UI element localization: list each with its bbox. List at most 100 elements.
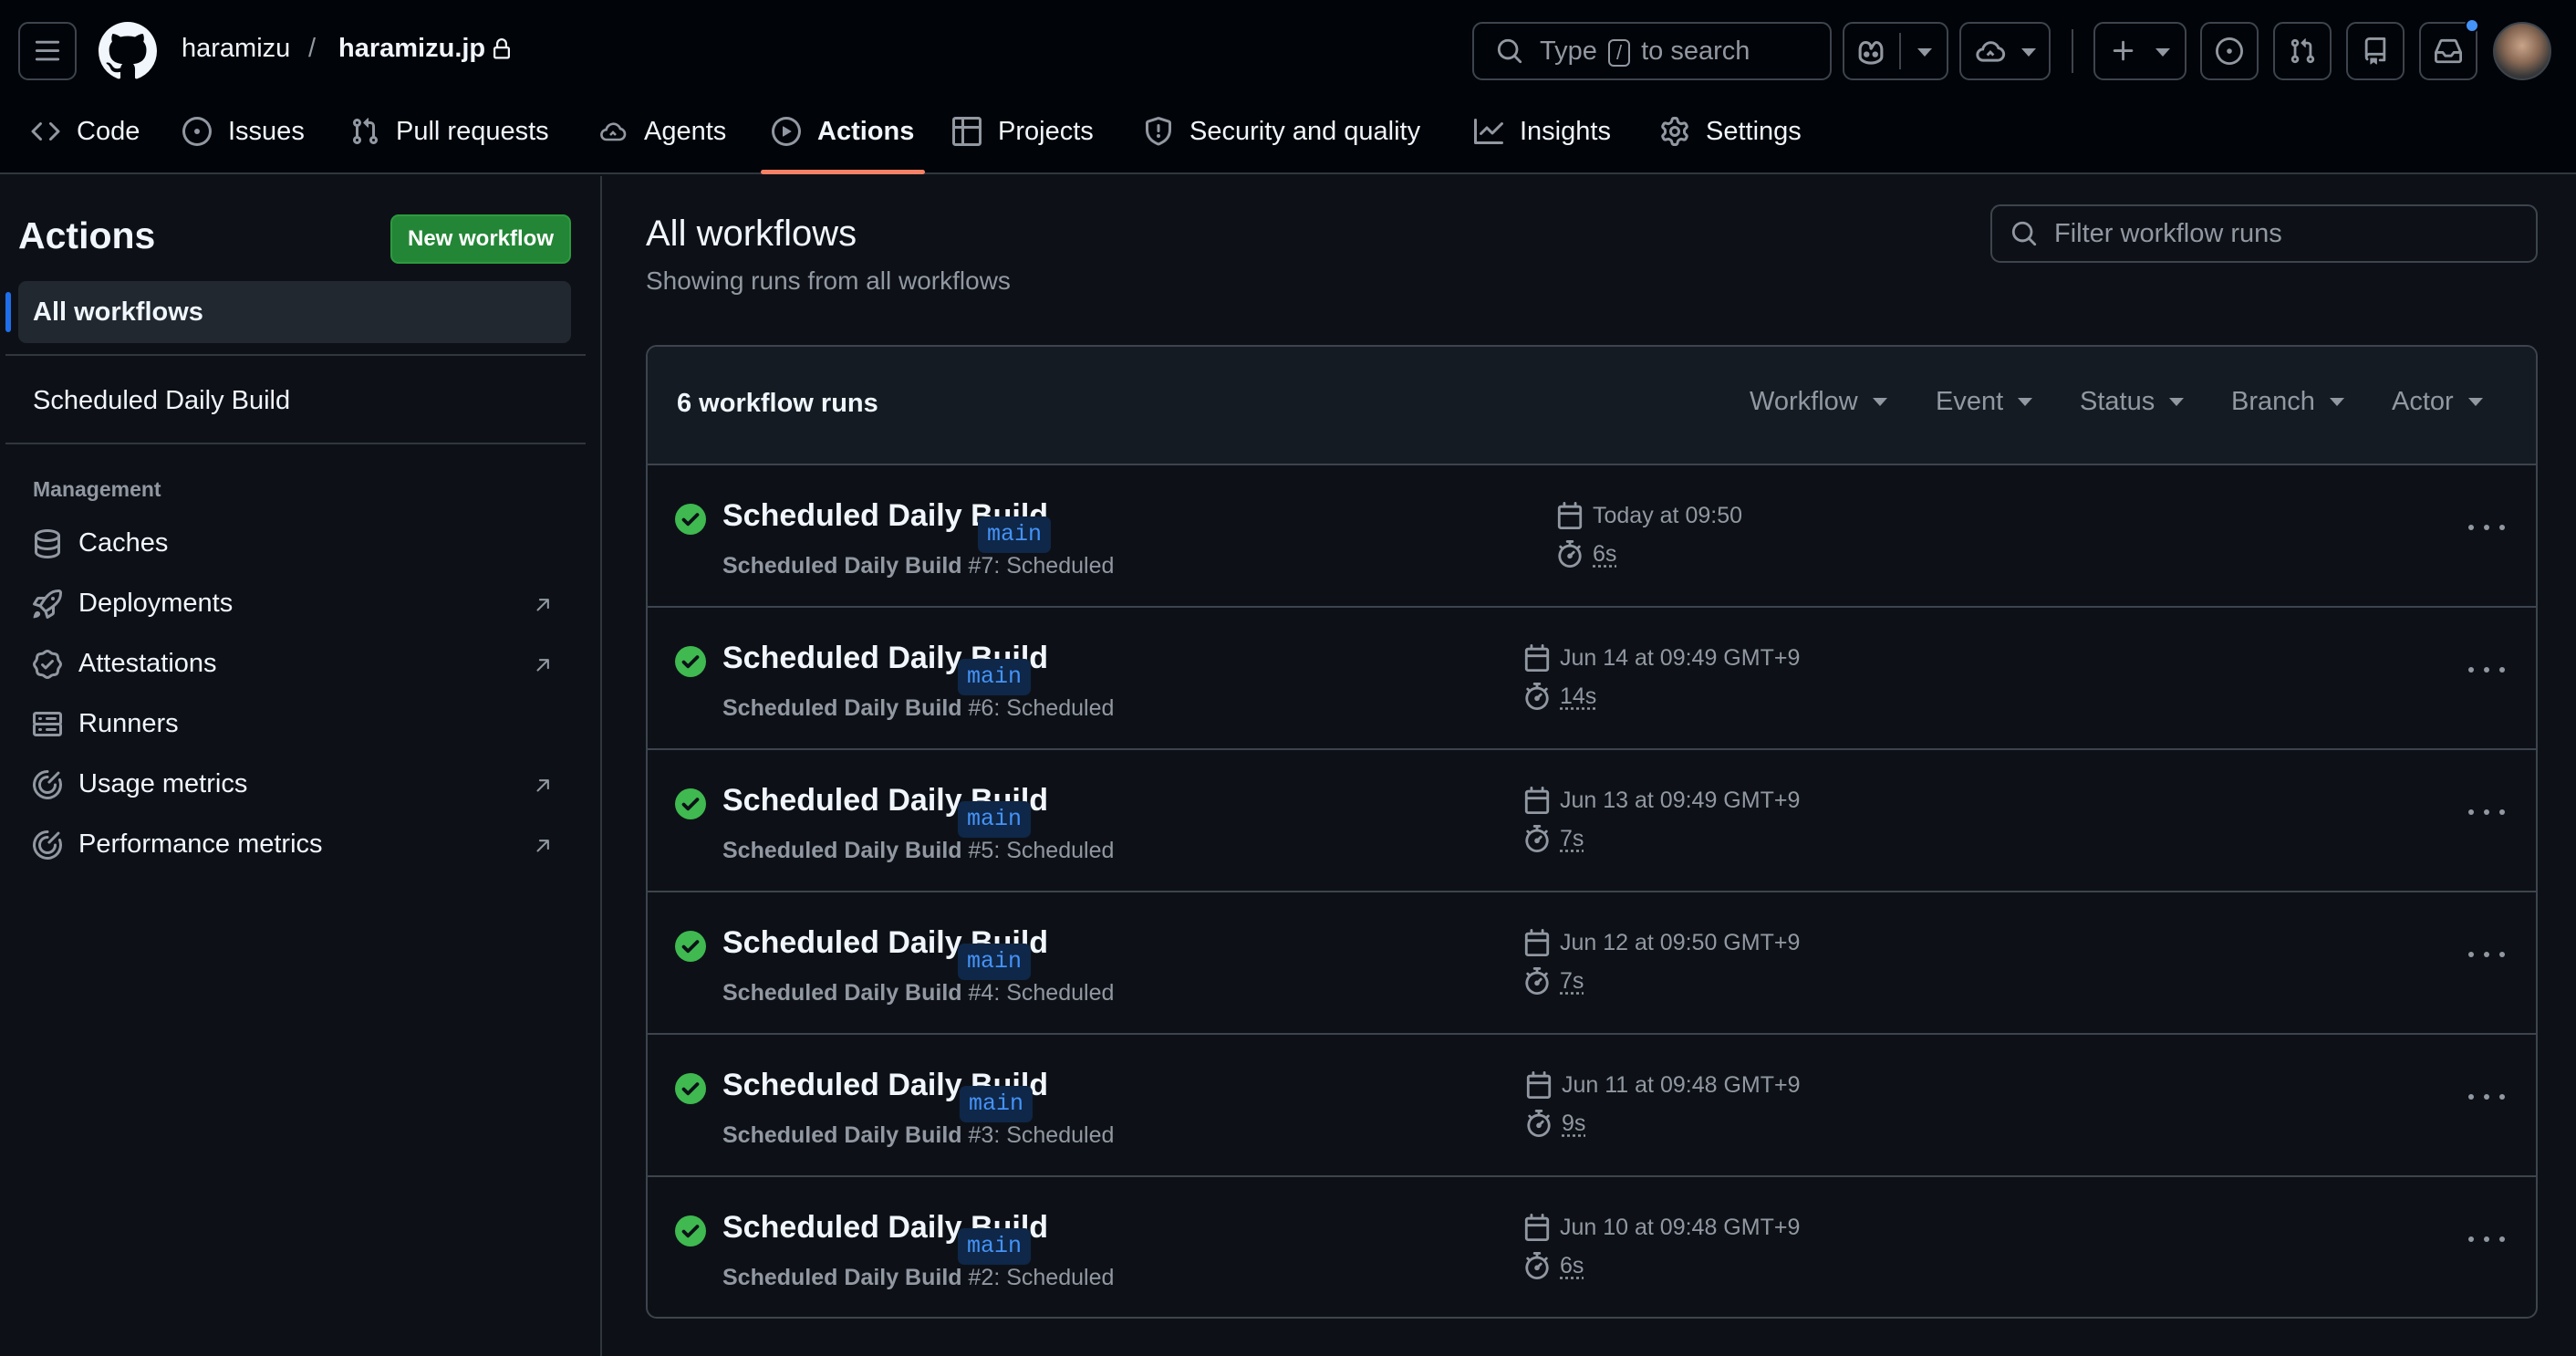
filter-runs-input[interactable]: Filter workflow runs <box>1990 204 2538 263</box>
sidebar-item-deployments[interactable]: Deployments <box>33 589 233 619</box>
avatar[interactable] <box>2493 22 2551 80</box>
management-heading: Management <box>33 477 161 501</box>
workflow-filter-dropdown[interactable]: Workflow <box>1750 387 1887 417</box>
status-filter-dropdown[interactable]: Status <box>2080 387 2185 417</box>
attestations-label: Attestations <box>78 649 217 678</box>
run-actions-kebab-icon[interactable] <box>2468 518 2505 537</box>
run-description: Scheduled Daily Build #2: Scheduled <box>722 1265 1115 1290</box>
actor-filter-dropdown[interactable]: Actor <box>2392 387 2483 417</box>
deployments-label: Deployments <box>78 589 234 618</box>
workflow-run-row[interactable]: Scheduled Daily Build Scheduled Daily Bui… <box>648 608 2536 750</box>
branch-label[interactable]: main <box>958 659 1032 695</box>
caches-label: Caches <box>78 528 169 558</box>
chevron-down-icon <box>1872 398 1887 406</box>
search-icon <box>1497 38 1522 64</box>
external-link-icon <box>536 659 549 672</box>
owner-link[interactable]: haramizu <box>182 34 290 64</box>
sidebar-item-attestations[interactable]: Attestations <box>33 649 217 679</box>
stopwatch-icon <box>1558 540 1582 568</box>
create-new-button[interactable] <box>2093 22 2186 80</box>
copilot-button[interactable] <box>1843 22 1948 80</box>
codespaces-button[interactable] <box>1959 22 2051 80</box>
calendar-icon <box>1557 502 1583 529</box>
performance-metrics-label: Performance metrics <box>78 829 323 859</box>
branch-label[interactable]: main <box>958 944 1032 980</box>
tab-insights[interactable]: Insights <box>1474 104 1611 159</box>
pull-requests-button[interactable] <box>2273 22 2332 80</box>
tab-security-label: Security and quality <box>1189 116 1421 146</box>
check-circle-fill-icon <box>675 1073 706 1104</box>
check-circle-fill-icon <box>675 504 706 535</box>
menu-button[interactable] <box>18 22 77 80</box>
calendar-icon <box>1524 787 1550 814</box>
github-logo-icon[interactable] <box>99 22 157 80</box>
tab-settings-label: Settings <box>1706 116 1802 146</box>
branch-label[interactable]: main <box>958 801 1032 838</box>
branch-label[interactable]: main <box>960 1086 1034 1122</box>
notification-indicator <box>2465 18 2479 33</box>
run-duration: 14s <box>1523 683 1596 710</box>
workflow-run-row[interactable]: Scheduled Daily Build Scheduled Daily Bui… <box>648 892 2536 1035</box>
external-link-icon <box>536 840 549 852</box>
calendar-icon <box>1524 929 1550 956</box>
tab-agents[interactable]: Agents <box>598 104 726 159</box>
run-actions-kebab-icon[interactable] <box>2468 945 2505 964</box>
run-description: Scheduled Daily Build #3: Scheduled <box>722 1122 1115 1148</box>
run-date: Jun 13 at 09:49 GMT+9 <box>1523 787 1800 814</box>
issues-button[interactable] <box>2200 22 2259 80</box>
tab-pull-requests[interactable]: Pull requests <box>350 104 549 159</box>
branch-label[interactable]: main <box>978 516 1052 553</box>
repo-icon <box>2364 37 2386 65</box>
runs-count: 6 workflow runs <box>677 389 878 418</box>
database-icon <box>35 528 60 558</box>
sidebar-item-runners[interactable]: Runners <box>33 709 179 739</box>
tab-projects[interactable]: Projects <box>952 104 1094 159</box>
verified-icon <box>33 649 62 679</box>
repositories-button[interactable] <box>2346 22 2405 80</box>
workflow-run-row[interactable]: Scheduled Daily Build Scheduled Daily Bui… <box>648 750 2536 892</box>
tab-security-and-quality[interactable]: Security and quality <box>1144 104 1420 159</box>
runners-label: Runners <box>78 709 179 738</box>
event-filter-dropdown[interactable]: Event <box>1936 387 2033 417</box>
new-workflow-button[interactable]: New workflow <box>390 214 571 264</box>
sidebar-item-all-workflows[interactable]: All workflows <box>5 281 571 343</box>
sidebar-item-performance-metrics[interactable]: Performance metrics <box>33 829 323 860</box>
chevron-down-icon <box>2169 398 2185 406</box>
workflow-runs-list: 6 workflow runs Workflow Event Status Br… <box>646 345 2538 1319</box>
run-duration: 6s <box>1556 540 1616 568</box>
meter-icon <box>33 829 62 860</box>
tab-pull-requests-label: Pull requests <box>396 116 549 146</box>
repo-link[interactable]: haramizu.jp <box>338 34 485 64</box>
run-actions-kebab-icon[interactable] <box>2468 1088 2505 1106</box>
inbox-button[interactable] <box>2419 18 2479 80</box>
global-search[interactable]: Type / to search <box>1472 22 1832 80</box>
run-date: Jun 12 at 09:50 GMT+9 <box>1523 929 1800 956</box>
search-shortcut-key: / <box>1607 38 1631 67</box>
run-duration: 7s <box>1523 825 1584 852</box>
sidebar-divider <box>5 443 586 444</box>
workflow-run-row[interactable]: Scheduled Daily Build Scheduled Daily Bui… <box>648 1177 2536 1317</box>
sidebar-item-usage-metrics[interactable]: Usage metrics <box>33 769 247 799</box>
workflow-run-row[interactable]: Scheduled Daily Build Scheduled Daily Bui… <box>648 1035 2536 1177</box>
tab-actions[interactable]: Actions <box>772 104 914 159</box>
run-actions-kebab-icon[interactable] <box>2468 661 2505 679</box>
external-link-icon <box>536 599 549 611</box>
sidebar-item-caches[interactable]: Caches <box>33 528 168 558</box>
issue-opened-icon <box>2216 37 2243 65</box>
workflow-run-row[interactable]: Scheduled Daily Build Scheduled Daily Bui… <box>648 465 2536 608</box>
search-hint: Type / to search <box>1540 36 1750 67</box>
branch-label[interactable]: main <box>958 1228 1032 1265</box>
tab-settings[interactable]: Settings <box>1660 104 1802 159</box>
run-actions-kebab-icon[interactable] <box>2468 1230 2505 1248</box>
stopwatch-icon <box>1525 1252 1549 1279</box>
sidebar-item-scheduled-daily-build[interactable]: Scheduled Daily Build <box>33 386 290 416</box>
selected-indicator <box>5 292 11 332</box>
run-actions-kebab-icon[interactable] <box>2468 803 2505 821</box>
all-workflows-label: All workflows <box>33 297 203 327</box>
copilot-dropdown-chevron-icon[interactable] <box>1917 48 1932 57</box>
branch-filter-dropdown[interactable]: Branch <box>2231 387 2344 417</box>
tab-issues[interactable]: Issues <box>182 104 305 159</box>
tab-code[interactable]: Code <box>31 104 140 159</box>
create-dropdown-chevron-icon <box>2155 48 2170 57</box>
chevron-down-icon <box>2329 398 2344 406</box>
